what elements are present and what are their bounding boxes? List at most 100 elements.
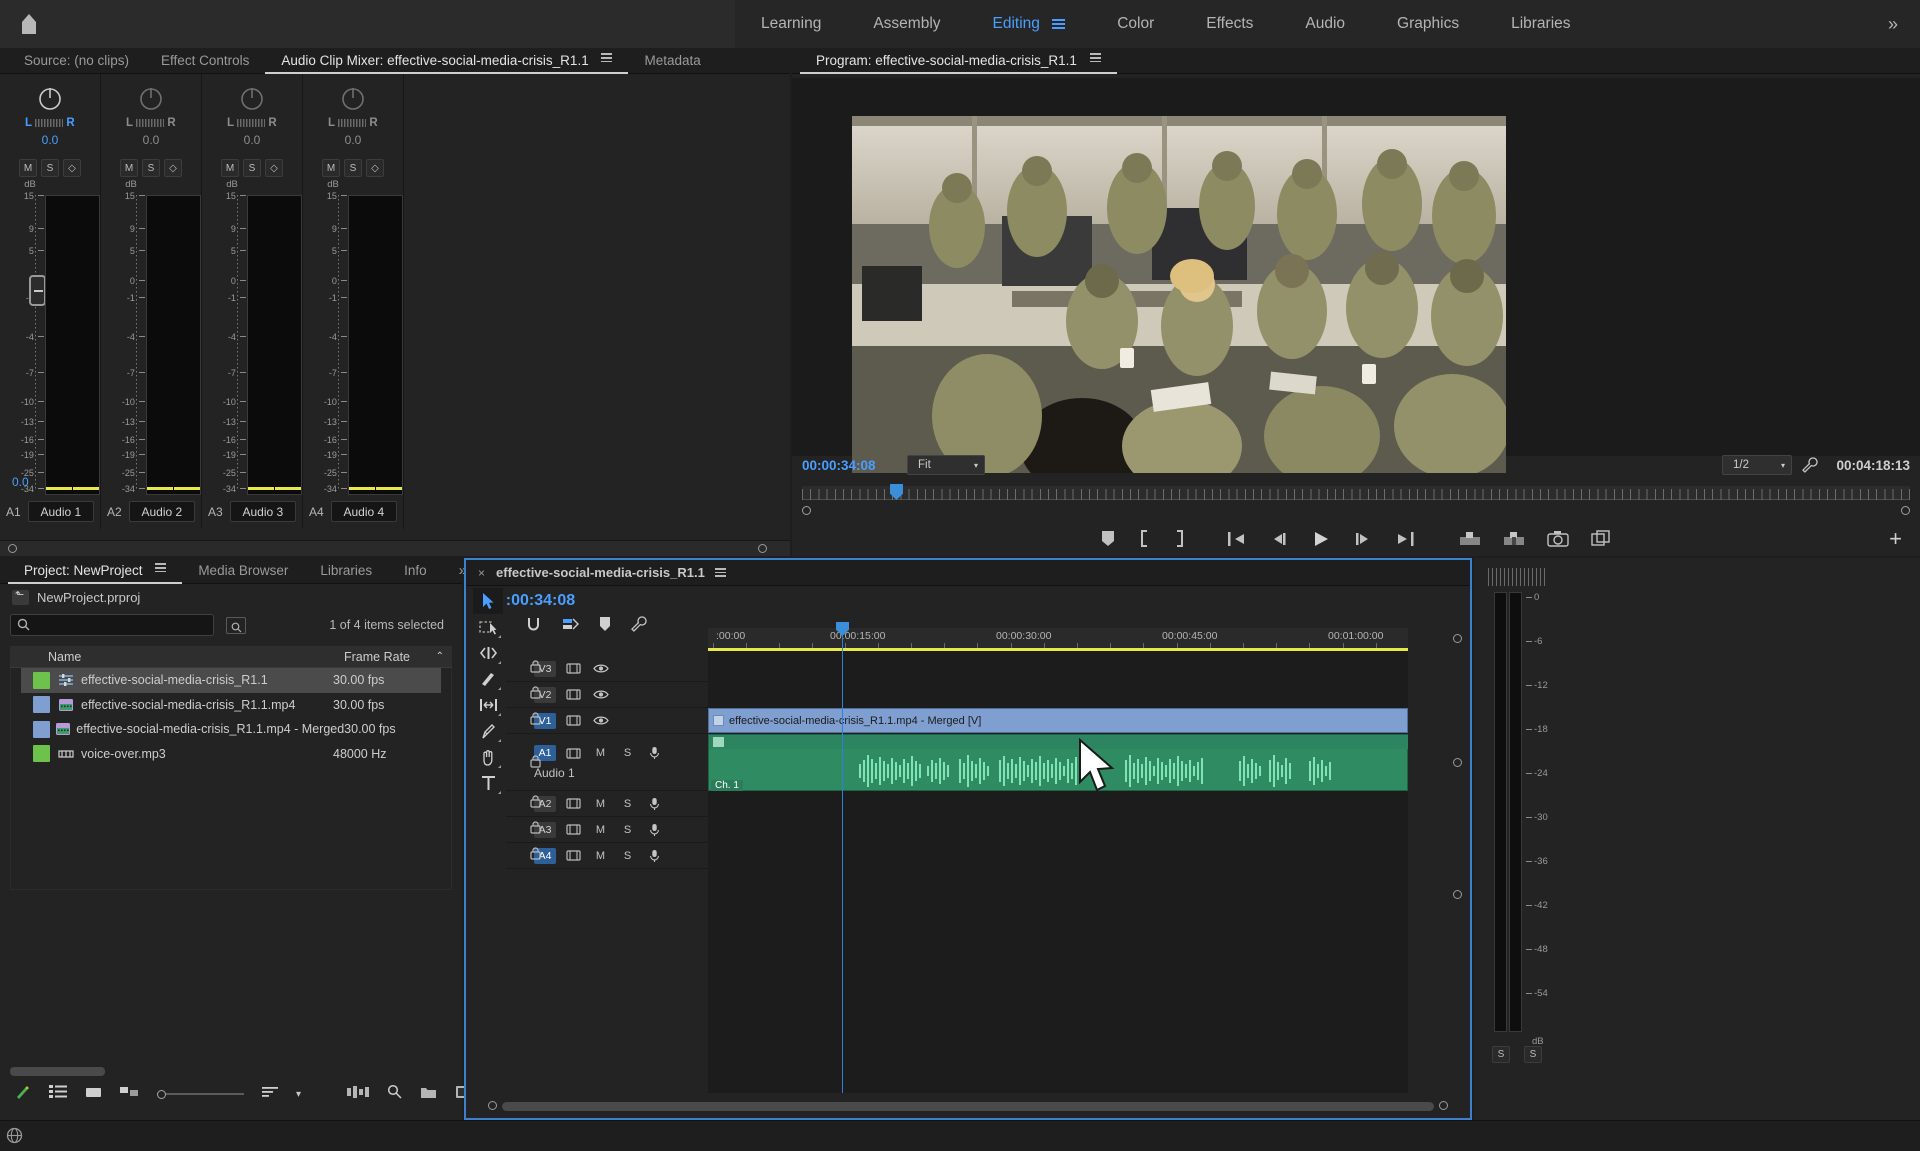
voice-over-record-icon-a2[interactable] <box>645 795 664 812</box>
hand-tool[interactable] <box>473 744 503 770</box>
tab-info[interactable]: Info <box>388 558 443 584</box>
framerate-column-header[interactable]: Frame Rate ⌃ <box>344 650 452 664</box>
export-frame-button[interactable] <box>1547 530 1569 552</box>
timeline-scroll-handle-mid[interactable] <box>1453 758 1462 767</box>
solo-track-button-a2[interactable]: S <box>618 795 637 812</box>
add-button-editor-icon[interactable]: + <box>1889 526 1902 552</box>
solo-track-button-a4[interactable]: S <box>618 847 637 864</box>
timeline-ruler[interactable]: :00:00 00:00:15:00 00:00:30:00 00:00:45:… <box>708 628 1408 648</box>
solo-track-button-a1[interactable]: S <box>618 745 637 762</box>
new-item-icon[interactable] <box>14 1083 31 1105</box>
home-icon[interactable] <box>14 9 44 39</box>
sync-lock-icon[interactable] <box>564 712 583 729</box>
close-icon[interactable]: × <box>478 566 485 580</box>
zoom-left-handle[interactable] <box>802 506 811 515</box>
pan-knob[interactable] <box>101 84 201 112</box>
play-button[interactable] <box>1311 530 1331 553</box>
solo-track-button-a3[interactable]: S <box>618 821 637 838</box>
workspace-tab-color[interactable]: Color <box>1091 0 1180 48</box>
lock-icon[interactable] <box>530 685 541 704</box>
mixer-horizontal-scrollbar[interactable] <box>0 540 790 556</box>
scroll-right-handle[interactable] <box>1439 1101 1448 1110</box>
timeline-sequence-name[interactable]: effective-social-media-crisis_R1.1 <box>496 565 705 580</box>
pen-tool[interactable] <box>473 718 503 744</box>
icon-view-icon[interactable] <box>85 1085 102 1104</box>
pan-value[interactable]: 0.0 <box>202 133 302 147</box>
playback-resolution-dropdown[interactable]: 1/2 ▾ <box>1722 455 1792 475</box>
mute-button[interactable]: M <box>322 159 340 177</box>
channel-name[interactable]: Audio 1 <box>27 501 94 522</box>
find-icon[interactable] <box>387 1084 402 1104</box>
lift-button[interactable] <box>1459 531 1481 552</box>
table-row[interactable]: effective-social-media-crisis_R1.1 30.00… <box>21 668 441 693</box>
scroll-right-handle[interactable] <box>758 544 767 553</box>
mute-button[interactable]: M <box>221 159 239 177</box>
track-visibility-icon-v3[interactable] <box>591 660 610 677</box>
mark-out-button[interactable] <box>1173 530 1187 552</box>
snap-icon[interactable] <box>525 616 542 637</box>
program-duration[interactable]: 00:04:18:13 <box>1836 458 1910 473</box>
gain-value[interactable]: 0.0 <box>12 475 29 489</box>
sync-lock-icon[interactable] <box>564 821 583 838</box>
tab-project[interactable]: Project: NewProject <box>8 558 183 584</box>
go-to-out-button[interactable] <box>1395 531 1415 552</box>
solo-button[interactable]: S <box>243 159 261 177</box>
mute-track-button-a1[interactable]: M <box>591 745 610 762</box>
slip-tool[interactable] <box>473 692 503 718</box>
zoom-right-handle[interactable] <box>1901 506 1910 515</box>
program-time-ruler[interactable] <box>802 486 1910 500</box>
step-forward-button[interactable] <box>1353 531 1373 552</box>
ripple-edit-tool[interactable] <box>473 640 503 666</box>
tab-media-browser[interactable]: Media Browser <box>182 558 304 584</box>
record-button[interactable]: ◇ <box>265 159 283 177</box>
lock-icon[interactable] <box>530 794 541 813</box>
mute-track-button-a3[interactable]: M <box>591 821 610 838</box>
add-marker-button[interactable] <box>1101 530 1115 552</box>
find-bin-icon[interactable] <box>226 616 246 634</box>
list-view-icon[interactable] <box>49 1084 67 1104</box>
record-button[interactable]: ◇ <box>164 159 182 177</box>
audio-clip[interactable]: Ch. 1 <box>708 734 1408 791</box>
workspace-tab-learning[interactable]: Learning <box>735 0 847 48</box>
tab-source[interactable]: Source: (no clips) <box>8 48 145 74</box>
razor-tool[interactable] <box>473 666 503 692</box>
workspace-tab-editing[interactable]: Editing <box>967 0 1092 48</box>
channel-name[interactable]: Audio 3 <box>229 501 296 522</box>
timeline-scroll-handle-top[interactable] <box>1453 634 1462 643</box>
media-browser-status-icon[interactable] <box>6 1127 23 1149</box>
selection-tool[interactable] <box>473 588 503 614</box>
hamburger-icon[interactable] <box>155 561 167 574</box>
more-workspaces-icon[interactable]: » <box>1888 14 1920 35</box>
automate-to-sequence-icon[interactable] <box>347 1085 370 1104</box>
pan-knob[interactable] <box>202 84 302 112</box>
timeline-horizontal-scrollbar[interactable] <box>478 1101 1458 1112</box>
hamburger-icon[interactable] <box>714 566 726 579</box>
sync-lock-icon[interactable] <box>564 745 583 762</box>
timeline-playhead[interactable] <box>836 622 849 1093</box>
mute-track-button-a4[interactable]: M <box>591 847 610 864</box>
thumbnail-zoom-slider[interactable] <box>157 1089 244 1099</box>
tab-libraries[interactable]: Libraries <box>304 558 388 584</box>
mute-track-button-a2[interactable]: M <box>591 795 610 812</box>
workspace-tab-audio[interactable]: Audio <box>1279 0 1371 48</box>
type-tool[interactable] <box>473 770 503 796</box>
button-editor-button[interactable] <box>1591 530 1611 552</box>
voice-over-record-icon-a4[interactable] <box>645 847 664 864</box>
project-item-list[interactable]: effective-social-media-crisis_R1.1 30.00… <box>10 668 452 890</box>
lock-icon[interactable] <box>530 820 541 839</box>
voice-over-record-icon-a1[interactable] <box>645 745 664 762</box>
scroll-left-handle[interactable] <box>488 1101 497 1110</box>
hamburger-icon[interactable] <box>1052 17 1066 31</box>
add-marker-icon[interactable] <box>599 616 611 637</box>
pan-knob[interactable] <box>0 84 100 112</box>
mark-in-button[interactable] <box>1137 530 1151 552</box>
voice-over-record-icon-a3[interactable] <box>645 821 664 838</box>
solo-button[interactable]: S <box>142 159 160 177</box>
zoom-level-dropdown[interactable]: Fit ▾ <box>907 455 985 475</box>
track-visibility-icon-v2[interactable] <box>591 686 610 703</box>
scroll-left-handle[interactable] <box>8 544 17 553</box>
pan-value[interactable]: 0.0 <box>0 133 100 147</box>
tab-effect-controls[interactable]: Effect Controls <box>145 48 265 74</box>
linked-selection-icon[interactable] <box>562 616 579 637</box>
program-video-frame[interactable] <box>852 116 1506 473</box>
